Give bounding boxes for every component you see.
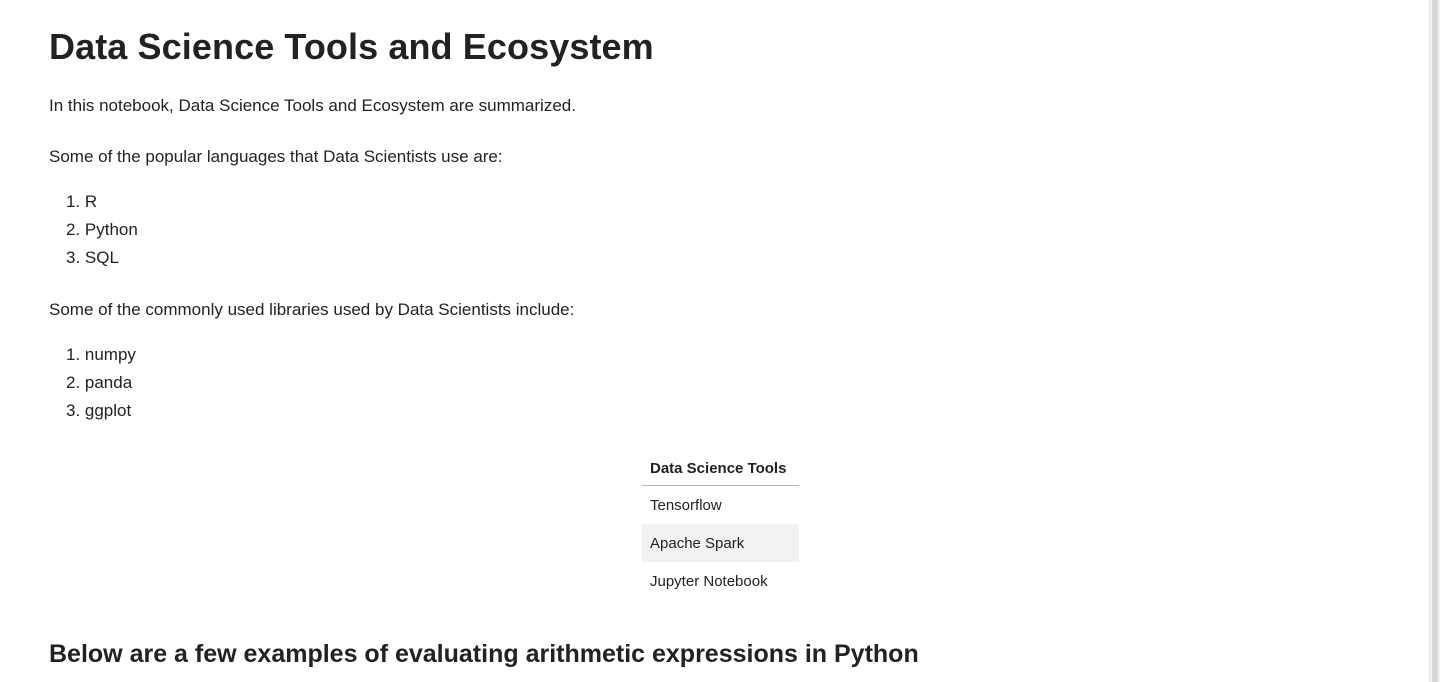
vertical-scrollbar[interactable] [1429, 0, 1440, 682]
libraries-list: 1. numpy 2. panda 3. ggplot [66, 341, 136, 425]
list-item: 2. panda [66, 373, 133, 392]
arithmetic-heading: Below are a few examples of evaluating a… [49, 640, 919, 668]
scrollbar-thumb[interactable] [1432, 0, 1438, 682]
table-cell: Tensorflow [650, 496, 722, 514]
list-item: 2. Python [66, 220, 138, 239]
list-item: 1. numpy [66, 345, 136, 364]
page-title: Data Science Tools and Ecosystem [49, 26, 654, 67]
table-header-row: Data Science Tools [642, 451, 799, 486]
libraries-heading: Some of the commonly used libraries used… [49, 300, 575, 319]
table-cell: Jupyter Notebook [650, 572, 768, 590]
list-item: 3. ggplot [66, 401, 132, 420]
table-row: Jupyter Notebook [642, 562, 799, 600]
table-cell: Apache Spark [642, 524, 799, 562]
table-header-cell: Data Science Tools [642, 451, 799, 486]
notebook-markdown-output: Data Science Tools and Ecosystem In this… [0, 0, 1430, 682]
list-item: 3. SQL [66, 248, 119, 267]
table-row: Apache Spark [642, 524, 799, 562]
languages-list: 1. R 2. Python 3. SQL [66, 188, 138, 272]
tools-table: Data Science Tools Tensorflow Apache Spa… [642, 451, 799, 600]
intro-paragraph: In this notebook, Data Science Tools and… [49, 96, 576, 115]
list-item: 1. R [66, 192, 98, 211]
languages-heading: Some of the popular languages that Data … [49, 147, 503, 166]
table-row: Tensorflow [642, 486, 799, 525]
